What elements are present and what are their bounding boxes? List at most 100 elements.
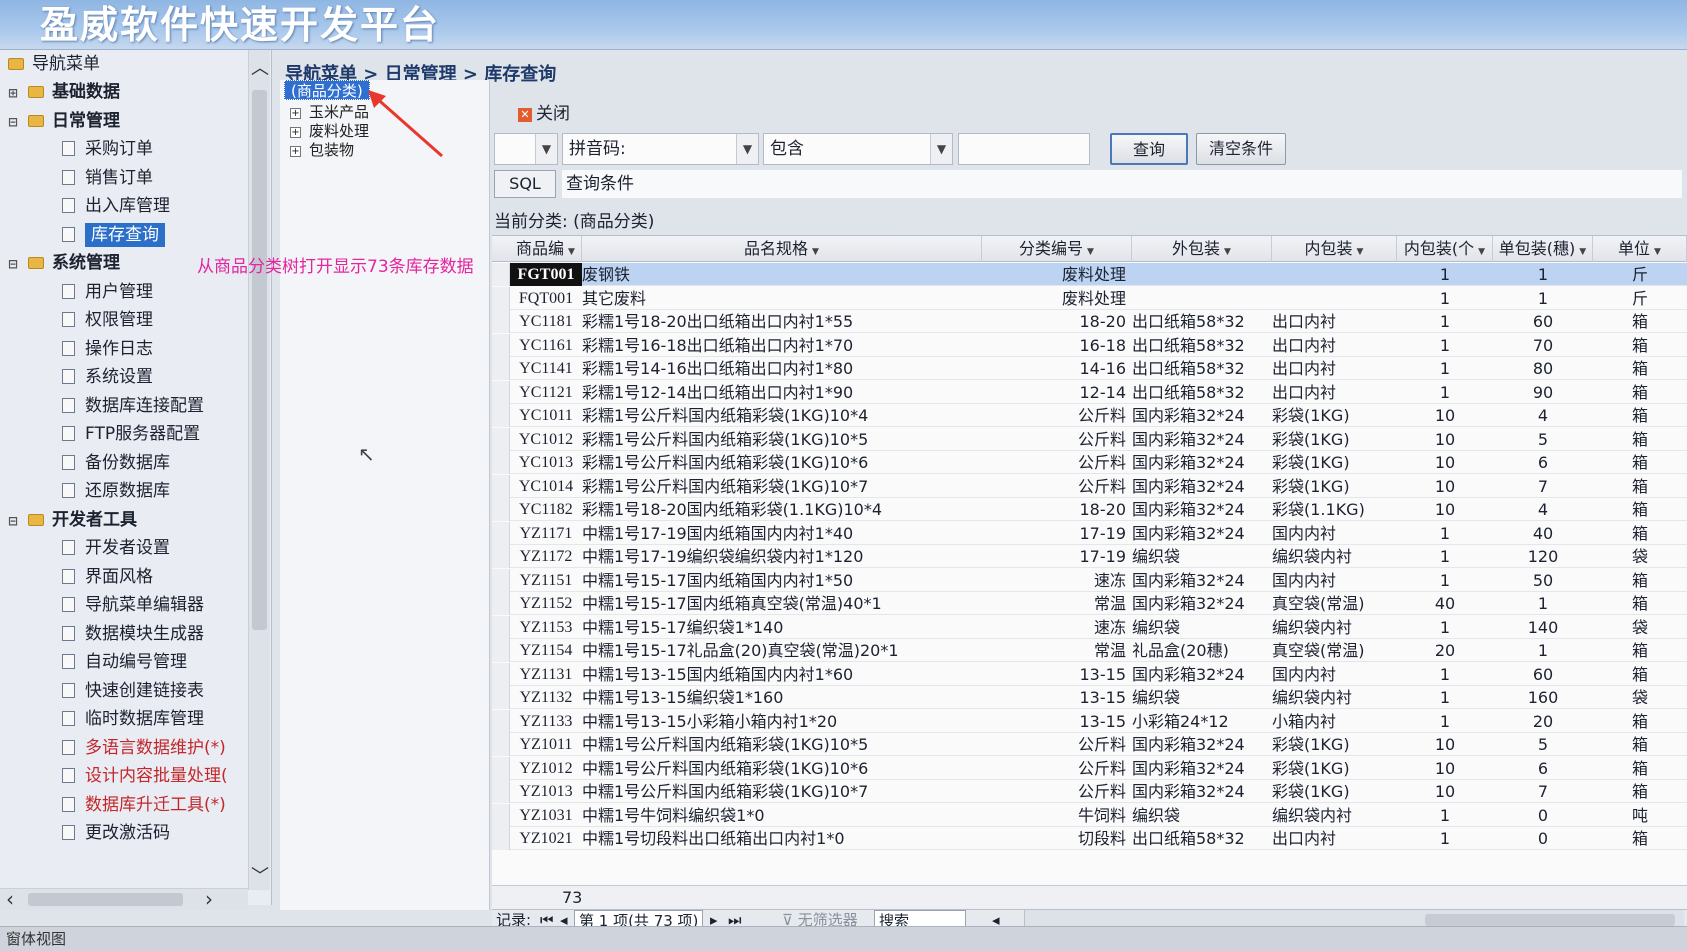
table-cell[interactable]: 5 <box>1493 428 1593 451</box>
table-row[interactable]: YC1161 彩糯1号16-18出口纸箱出口内衬1*70 16-18 出口纸箱58*3… <box>492 333 1687 357</box>
table-cell[interactable]: 出口纸箱58*32 <box>1132 381 1272 404</box>
table-cell[interactable]: 编织袋 <box>1132 804 1272 827</box>
table-cell[interactable]: YZ1152 <box>510 592 582 615</box>
table-row[interactable]: YZ1012 中糯1号公斤料国内纸箱彩袋(1KG)10*6 公斤料 国内彩箱32*24… <box>492 756 1687 780</box>
scroll-thumb[interactable] <box>28 893 183 906</box>
tree-node[interactable]: + 废料处理 <box>290 121 369 141</box>
table-cell[interactable]: 出口内衬 <box>1272 381 1397 404</box>
table-cell[interactable]: 废料处理 <box>982 263 1132 286</box>
table-cell[interactable]: 国内彩箱32*24 <box>1132 733 1272 756</box>
nav-item[interactable]: 数据库升迁工具(*) <box>62 791 226 819</box>
table-cell[interactable]: 20 <box>1493 710 1593 733</box>
table-cell[interactable]: 彩糯1号公斤料国内纸箱彩袋(1KG)10*7 <box>582 475 982 498</box>
column-header[interactable]: 外包装 ▼ <box>1132 236 1272 262</box>
row-selector[interactable] <box>492 733 510 756</box>
chevron-down-icon[interactable]: ▼ <box>736 134 758 164</box>
column-header[interactable]: 内包装 ▼ <box>1272 236 1397 262</box>
table-cell[interactable]: 1 <box>1397 827 1493 850</box>
table-cell[interactable]: YC1181 <box>510 310 582 333</box>
tree-root[interactable]: (商品分类) <box>284 80 370 100</box>
table-cell[interactable]: 箱 <box>1593 404 1687 427</box>
table-cell[interactable]: 1 <box>1493 263 1593 286</box>
table-cell[interactable]: 7 <box>1493 475 1593 498</box>
table-cell[interactable]: 速冻 <box>982 616 1132 639</box>
table-cell[interactable]: YC1012 <box>510 428 582 451</box>
table-cell[interactable]: YC1121 <box>510 381 582 404</box>
table-cell[interactable]: 6 <box>1493 451 1593 474</box>
table-cell[interactable]: 1 <box>1397 357 1493 380</box>
table-cell[interactable]: 18-20 <box>982 498 1132 521</box>
table-row[interactable]: YC1013 彩糯1号公斤料国内纸箱彩袋(1KG)10*6 公斤料 国内彩箱32*24… <box>492 451 1687 474</box>
table-cell[interactable]: 国内彩箱32*24 <box>1132 592 1272 615</box>
nav-item[interactable]: 自动编号管理 <box>62 648 187 676</box>
table-cell[interactable]: 袋 <box>1593 545 1687 568</box>
table-cell[interactable]: 1 <box>1397 686 1493 709</box>
logic-select[interactable]: ▼ <box>494 133 558 165</box>
table-cell[interactable]: 彩糯1号公斤料国内纸箱彩袋(1KG)10*6 <box>582 451 982 474</box>
table-row[interactable]: YC1182 彩糯1号18-20国内纸箱彩袋(1.1KG)10*4 18-20 国内彩… <box>492 498 1687 521</box>
table-cell[interactable]: 国内内衬 <box>1272 522 1397 545</box>
table-cell[interactable]: 国内彩箱32*24 <box>1132 663 1272 686</box>
clear-conditions-button[interactable]: 清空条件 <box>1196 133 1286 165</box>
table-cell[interactable]: 箱 <box>1593 334 1687 357</box>
table-cell[interactable]: 10 <box>1397 733 1493 756</box>
table-cell[interactable]: 公斤料 <box>982 451 1132 474</box>
table-cell[interactable] <box>1272 287 1397 310</box>
scroll-thumb[interactable] <box>252 90 267 630</box>
table-cell[interactable]: 彩袋(1KG) <box>1272 757 1397 780</box>
sort-arrow-icon[interactable]: ▼ <box>568 247 575 257</box>
expander-icon[interactable]: ⊟ <box>8 108 20 136</box>
table-cell[interactable]: 1 <box>1397 545 1493 568</box>
table-cell[interactable]: 0 <box>1493 827 1593 850</box>
table-cell[interactable]: FQT001 <box>510 287 582 310</box>
table-cell[interactable]: 60 <box>1493 663 1593 686</box>
table-cell[interactable]: 中糯1号公斤料国内纸箱彩袋(1KG)10*7 <box>582 780 982 803</box>
table-cell[interactable]: 斤 <box>1593 263 1687 286</box>
table-cell[interactable]: YC1011 <box>510 404 582 427</box>
table-cell[interactable]: 13-15 <box>982 710 1132 733</box>
scroll-left-icon[interactable]: ‹ <box>6 887 14 911</box>
table-cell[interactable]: 1 <box>1397 663 1493 686</box>
table-cell[interactable]: 彩糯1号12-14出口纸箱出口内衬1*90 <box>582 381 982 404</box>
operator-select[interactable]: 包含 ▼ <box>763 133 953 165</box>
row-selector[interactable] <box>492 686 510 709</box>
table-cell[interactable]: 公斤料 <box>982 404 1132 427</box>
sort-arrow-icon[interactable]: ▼ <box>1357 247 1364 257</box>
table-row[interactable]: YZ1152 中糯1号15-17国内纸箱真空袋(常温)40*1 常温 国内彩箱32*2… <box>492 592 1687 615</box>
table-cell[interactable]: 国内彩箱32*24 <box>1132 569 1272 592</box>
table-row[interactable]: YC1121 彩糯1号12-14出口纸箱出口内衬1*90 12-14 出口纸箱58*3… <box>492 380 1687 404</box>
table-cell[interactable]: 60 <box>1493 310 1593 333</box>
query-button[interactable]: 查询 <box>1110 133 1188 165</box>
table-cell[interactable]: 箱 <box>1593 569 1687 592</box>
table-cell[interactable]: 袋 <box>1593 616 1687 639</box>
table-cell[interactable]: YC1141 <box>510 357 582 380</box>
table-cell[interactable]: 4 <box>1493 404 1593 427</box>
table-cell[interactable]: 6 <box>1493 757 1593 780</box>
table-cell[interactable]: 1 <box>1397 287 1493 310</box>
table-cell[interactable]: 彩糯1号14-16出口纸箱出口内衬1*80 <box>582 357 982 380</box>
nav-item[interactable]: 更改激活码 <box>62 819 170 847</box>
table-row[interactable]: YZ1133 中糯1号13-15小彩箱小箱内衬1*20 13-15 小彩箱24*12 小… <box>492 709 1687 733</box>
nav-item[interactable]: ⊟ 日常管理 <box>8 107 120 135</box>
table-cell[interactable]: 出口内衬 <box>1272 334 1397 357</box>
row-selector[interactable] <box>492 380 510 404</box>
table-cell[interactable]: 编织袋内衬 <box>1272 545 1397 568</box>
scroll-thumb[interactable] <box>1425 914 1675 926</box>
nav-item[interactable]: 操作日志 <box>62 335 153 363</box>
table-cell[interactable]: 出口内衬 <box>1272 827 1397 850</box>
expander-icon[interactable]: ⊞ <box>8 79 20 107</box>
table-cell[interactable]: 1 <box>1397 263 1493 286</box>
table-cell[interactable]: 箱 <box>1593 310 1687 333</box>
scroll-up-icon[interactable]: ︿ <box>249 54 271 80</box>
table-row[interactable]: YZ1021 中糯1号切段料出口纸箱出口内衬1*0 切段料 出口纸箱58*32 出口内衬… <box>492 827 1687 850</box>
table-row[interactable]: YZ1171 中糯1号17-19国内纸箱国内内衬1*40 17-19 国内彩箱32*2… <box>492 521 1687 545</box>
table-cell[interactable]: 常温 <box>982 639 1132 662</box>
nav-item[interactable]: 快速创建链接表 <box>62 677 204 705</box>
table-cell[interactable]: 中糯1号15-17编织袋1*140 <box>582 616 982 639</box>
table-row[interactable]: YZ1131 中糯1号13-15国内纸箱国内内衬1*60 13-15 国内彩箱32*2… <box>492 662 1687 686</box>
table-cell[interactable]: 真空袋(常温) <box>1272 592 1397 615</box>
row-selector[interactable] <box>492 803 510 827</box>
row-selector[interactable] <box>492 286 510 310</box>
table-cell[interactable]: 箱 <box>1593 498 1687 521</box>
table-cell[interactable]: 国内彩箱32*24 <box>1132 428 1272 451</box>
